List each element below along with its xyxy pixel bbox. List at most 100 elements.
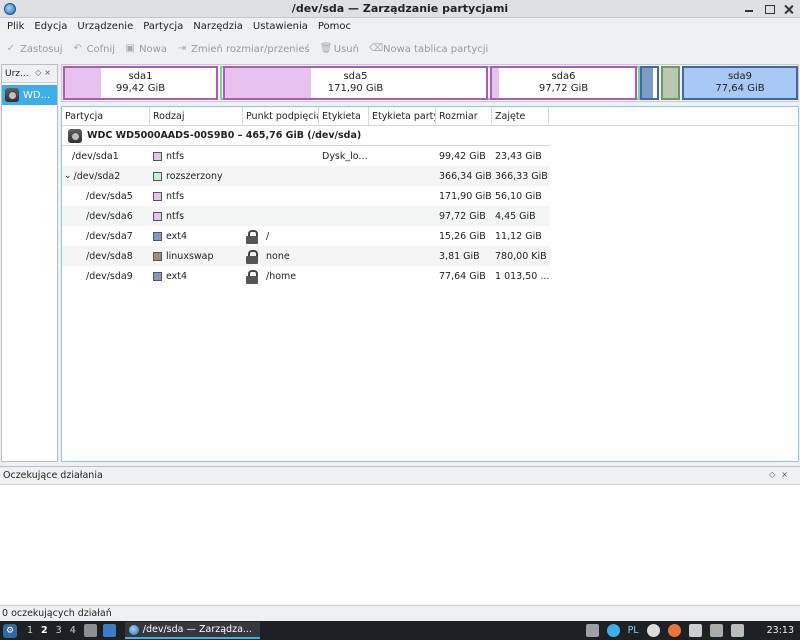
resize-label: Zmień rozmiar/przenieś bbox=[190, 43, 310, 55]
filesystem-type: rozszerzony bbox=[166, 170, 223, 182]
cell-size: 366,34 GiB bbox=[436, 166, 492, 186]
column-header-partition[interactable]: Partycja bbox=[62, 107, 150, 125]
messenger-icon[interactable] bbox=[102, 624, 116, 637]
minimize-button[interactable] bbox=[742, 2, 756, 16]
size-value: 99,42 GiB bbox=[439, 150, 486, 162]
expander-icon[interactable]: ⌄ bbox=[64, 171, 72, 181]
filesystem-color-swatch bbox=[153, 191, 162, 201]
cell-mountpoint: none bbox=[243, 246, 319, 266]
undo-button[interactable]: ↶ Cofnij bbox=[73, 44, 115, 55]
resize-icon: ⇥ bbox=[177, 43, 187, 54]
partition-block-sda7[interactable] bbox=[640, 66, 659, 100]
start-menu-icon[interactable]: ⚙ bbox=[3, 623, 17, 638]
table-row[interactable]: /dev/sda8 linuxswap none 3,81 GiB 780,00 KiB bbox=[62, 246, 550, 266]
column-header-size[interactable]: Rozmiar bbox=[436, 107, 492, 125]
table-row[interactable]: ⌄/dev/sda2 rozszerzony 366,34 GiB 366,33 Gi… bbox=[62, 166, 550, 186]
cell-label bbox=[319, 186, 369, 206]
menu-plik[interactable]: Plik bbox=[2, 18, 29, 36]
delete-button[interactable]: 🗑 Usuń bbox=[320, 44, 359, 55]
new-table-label: Nowa tablica partycji bbox=[382, 43, 489, 55]
partition-block-sda5[interactable]: sda5 171,90 GiB bbox=[223, 66, 488, 100]
ubuntu-icon[interactable] bbox=[667, 624, 681, 637]
size-value: 3,81 GiB bbox=[439, 250, 480, 262]
bluetooth-icon[interactable] bbox=[688, 624, 702, 637]
pending-panel-title: Oczekujące działania bbox=[3, 470, 103, 481]
close-button[interactable] bbox=[782, 2, 796, 16]
apply-button[interactable]: ✓ Zastosuj bbox=[6, 44, 63, 55]
cell-partition: /dev/sda6 bbox=[62, 206, 150, 226]
partition-block-name: sda5 bbox=[343, 71, 368, 82]
device-item[interactable]: WD... bbox=[2, 85, 57, 105]
mountpoint-value: /home bbox=[266, 270, 297, 282]
cell-type: ext4 bbox=[150, 226, 243, 246]
column-header-label[interactable]: Etykieta bbox=[319, 107, 369, 125]
network-icon[interactable] bbox=[606, 624, 620, 637]
maximize-button[interactable] bbox=[762, 2, 776, 16]
workspace-3[interactable]: 3 bbox=[52, 625, 66, 636]
panel-controls-icon[interactable]: ◇× bbox=[35, 68, 54, 77]
resize-move-button[interactable]: ⇥ Zmień rozmiar/przenieś bbox=[177, 44, 310, 55]
cell-size: 3,81 GiB bbox=[436, 246, 492, 266]
update-icon[interactable] bbox=[646, 624, 660, 637]
new-partition-button[interactable]: ▣ Nowa bbox=[125, 44, 167, 55]
size-value: 15,26 GiB bbox=[439, 230, 486, 242]
cell-mountpoint bbox=[243, 146, 319, 166]
mountpoint-value: / bbox=[266, 230, 270, 242]
mountpoint-value: none bbox=[266, 250, 290, 262]
keyboard-layout-indicator[interactable]: PL bbox=[628, 625, 639, 636]
delete-label: Usuń bbox=[333, 43, 359, 55]
cell-used: 23,43 GiB bbox=[492, 146, 549, 166]
pending-panel-header: Oczekujące działania ◇× bbox=[0, 467, 800, 485]
column-header-type[interactable]: Rodzaj bbox=[150, 107, 243, 125]
cell-mountpoint bbox=[243, 206, 319, 226]
partition-block-name: sda9 bbox=[727, 71, 753, 82]
partition-table: Partycja Rodzaj Punkt podpięcia Etykieta… bbox=[61, 106, 799, 462]
partition-name: /dev/sda7 bbox=[86, 230, 133, 242]
table-row[interactable]: /dev/sda5 ntfs 171,90 GiB 56,10 GiB bbox=[62, 186, 550, 206]
partition-block-sda6[interactable]: sda6 97,72 GiB bbox=[490, 66, 637, 100]
volume-icon[interactable] bbox=[709, 624, 723, 637]
table-header: Partycja Rodzaj Punkt podpięcia Etykieta… bbox=[62, 107, 798, 126]
cell-partition: ⌄/dev/sda2 bbox=[62, 166, 150, 186]
new-icon: ▣ bbox=[125, 43, 135, 54]
menu-ustawienia[interactable]: Ustawienia bbox=[248, 18, 313, 36]
workspace-1[interactable]: 1 bbox=[23, 625, 37, 636]
disk-row[interactable]: WDC WD5000AADS-00S9B0 – 465,76 GiB (/dev… bbox=[62, 126, 550, 146]
table-row[interactable]: /dev/sda7 ext4 / 15,26 GiB 11,12 GiB bbox=[62, 226, 550, 246]
screen-icon[interactable] bbox=[730, 624, 744, 637]
cell-partition-label bbox=[369, 246, 436, 266]
partition-block-sda1[interactable]: sda1 99,42 GiB bbox=[63, 66, 218, 100]
menu-urzadzenie[interactable]: Urządzenie bbox=[72, 18, 138, 36]
workspace-4[interactable]: 4 bbox=[66, 625, 80, 636]
cell-partition-label bbox=[369, 266, 436, 286]
cell-partition-label bbox=[369, 206, 436, 226]
menu-narzedzia[interactable]: Narzędzia bbox=[188, 18, 248, 36]
table-row[interactable]: /dev/sda6 ntfs 97,72 GiB 4,45 GiB bbox=[62, 206, 550, 226]
usb-icon[interactable] bbox=[585, 624, 599, 637]
partition-block-sda8[interactable] bbox=[661, 66, 680, 100]
taskbar-task-partition-manager[interactable]: /dev/sda — Zarządza... bbox=[124, 622, 260, 639]
filesystem-type: ext4 bbox=[166, 230, 188, 242]
clock[interactable]: 23:13 bbox=[767, 625, 794, 636]
menu-edycja[interactable]: Edycja bbox=[29, 18, 72, 36]
table-row[interactable]: /dev/sda9 ext4/home 77,64 GiB 1 013,50 ... bbox=[62, 266, 550, 286]
column-header-mountpoint[interactable]: Punkt podpięcia bbox=[243, 107, 319, 125]
panel-controls-icon[interactable]: ◇× bbox=[769, 470, 794, 479]
taskbar: ⚙ 1 2 3 4 /dev/sda — Zarządza... PL 23:1… bbox=[0, 621, 800, 640]
filesystem-type: ntfs bbox=[166, 190, 185, 202]
filesystem-type: linuxswap bbox=[166, 250, 214, 262]
status-bar: 0 oczekujących działań bbox=[0, 605, 800, 621]
title-bar: /dev/sda — Zarządzanie partycjami bbox=[0, 0, 800, 18]
menu-partycja[interactable]: Partycja bbox=[138, 18, 188, 36]
partition-block-sda9[interactable]: sda9 77,64 GiB bbox=[682, 66, 798, 100]
workspace-2[interactable]: 2 bbox=[37, 625, 52, 636]
column-header-partition-label[interactable]: Etykieta party bbox=[369, 107, 436, 125]
menu-pomoc[interactable]: Pomoc bbox=[313, 18, 356, 36]
table-row[interactable]: /dev/sda1 ntfs Dysk_lo... 99,42 GiB 23,43 Gi… bbox=[62, 146, 550, 166]
check-icon: ✓ bbox=[6, 43, 16, 54]
column-header-used[interactable]: Zajęte bbox=[492, 107, 549, 125]
new-partition-table-button[interactable]: ⌫ Nowa tablica partycji bbox=[369, 44, 488, 55]
label-value: Dysk_lo... bbox=[322, 150, 368, 162]
file-manager-icon[interactable] bbox=[83, 624, 97, 637]
cell-used: 11,12 GiB bbox=[492, 226, 549, 246]
